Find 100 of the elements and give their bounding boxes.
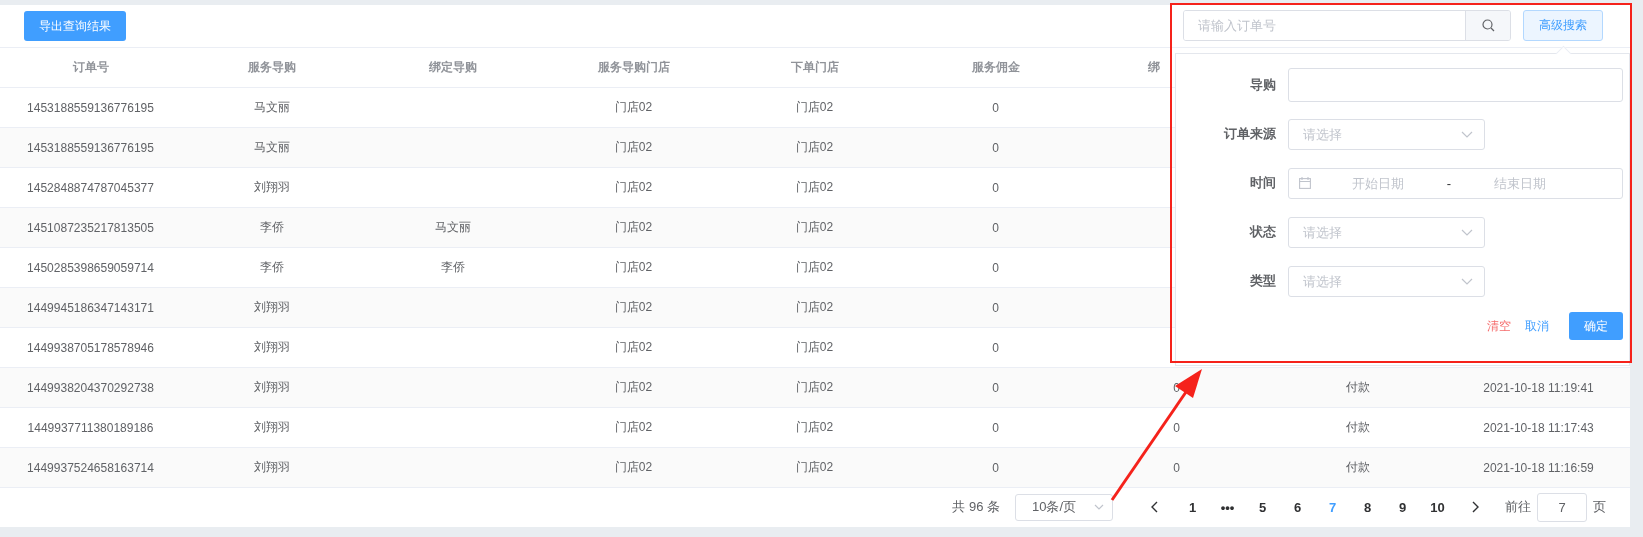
- start-date-input[interactable]: 开始日期: [1310, 174, 1445, 192]
- table-cell: 门店02: [614, 259, 653, 276]
- table-cell: 0: [992, 180, 999, 195]
- table-cell: 门店02: [795, 219, 834, 236]
- column-header: 绑定导购: [428, 59, 477, 76]
- table-cell: 1449937711380189186: [27, 420, 154, 435]
- input-field[interactable]: [1287, 68, 1623, 102]
- table-cell: 李侨: [259, 259, 284, 276]
- previous-page-icon[interactable]: [1151, 501, 1159, 513]
- table-cell: 门店02: [795, 259, 834, 276]
- table-cell: 门店02: [795, 379, 834, 396]
- table-cell: 0: [1173, 460, 1180, 475]
- table-cell: 门店02: [614, 419, 653, 436]
- table-cell: 1449938705178578946: [27, 340, 154, 355]
- field-label: 状态: [1248, 223, 1277, 241]
- table-cell: 0: [992, 300, 999, 315]
- table-cell: 门店02: [614, 459, 653, 476]
- table-cell: 1451087235217813505: [27, 220, 154, 235]
- table-cell: 0: [992, 100, 999, 115]
- table-cell: 0: [992, 380, 999, 395]
- table-cell: 0: [1173, 420, 1180, 435]
- page-suffix: 页: [1593, 498, 1606, 516]
- page-size-select[interactable]: 10条/页: [1015, 493, 1113, 521]
- column-header: 服务导购: [247, 59, 296, 76]
- range-separator: -: [1445, 175, 1453, 191]
- calendar-icon: [1298, 177, 1311, 189]
- next-page-icon[interactable]: [1471, 501, 1479, 513]
- table-cell: 刘翔羽: [253, 339, 290, 356]
- chevron-down-icon: [1461, 277, 1473, 285]
- column-header: 服务佣金: [971, 59, 1020, 76]
- table-cell: 门店02: [614, 179, 653, 196]
- table-cell: 刘翔羽: [253, 459, 290, 476]
- column-header: 服务导购门店: [597, 59, 670, 76]
- table-cell: 1449938204370292738: [27, 380, 154, 395]
- select-field[interactable]: 请选择: [1288, 265, 1485, 297]
- field-label: 导购: [1248, 76, 1277, 94]
- select-field[interactable]: 请选择: [1288, 216, 1485, 248]
- table-cell: 门店02: [795, 339, 834, 356]
- table-cell: 付款: [1345, 419, 1370, 436]
- chevron-down-icon: [1461, 228, 1473, 236]
- field-label: 订单来源: [1223, 125, 1277, 143]
- table-cell: 1453188559136776195: [27, 100, 154, 115]
- table-cell: 马文丽: [253, 99, 290, 116]
- table-cell: 门店02: [795, 459, 834, 476]
- table-cell: 刘翔羽: [253, 179, 290, 196]
- table-cell: 门店02: [614, 139, 653, 156]
- column-header: 绑: [1148, 59, 1160, 76]
- table-cell: 马文丽: [253, 139, 290, 156]
- field-label: 时间: [1248, 174, 1277, 192]
- table-cell: 门店02: [795, 299, 834, 316]
- page-input[interactable]: 7: [1537, 492, 1587, 522]
- column-header: 订单号: [72, 59, 109, 76]
- table-cell: 马文丽: [434, 219, 471, 236]
- table-cell: 0: [992, 260, 999, 275]
- table-cell: 门店02: [614, 379, 653, 396]
- column-header: 下单门店: [790, 59, 839, 76]
- table-cell: 2021-10-18 11:16:59: [1483, 460, 1594, 475]
- table-cell: 门店02: [795, 419, 834, 436]
- page-number[interactable]: •••: [1210, 499, 1245, 515]
- page-number[interactable]: 1: [1175, 499, 1210, 515]
- table-cell: 李侨: [440, 259, 465, 276]
- table-cell: 门店02: [614, 299, 653, 316]
- table-cell: 0: [992, 340, 999, 355]
- table-cell: 1450285398659059714: [27, 260, 154, 275]
- table-cell: 门店02: [614, 99, 653, 116]
- table-cell: 门店02: [795, 99, 834, 116]
- page-number[interactable]: 5: [1245, 499, 1280, 515]
- table-cell: 付款: [1345, 379, 1370, 396]
- table-cell: 1449937524658163714: [27, 460, 154, 475]
- table-cell: 1449945186347143171: [27, 300, 154, 315]
- goto-label: 前往: [1505, 498, 1531, 516]
- total-count: 共 96 条: [952, 498, 1000, 516]
- table-cell: 李侨: [259, 219, 284, 236]
- table-cell: 1452848874787045377: [27, 180, 154, 195]
- page-number[interactable]: 8: [1350, 499, 1385, 515]
- table-cell: 2021-10-18 11:17:43: [1483, 420, 1594, 435]
- table-cell: 门店02: [614, 219, 653, 236]
- search-field[interactable]: 请输入订单号: [1183, 10, 1511, 41]
- table-cell: 门店02: [614, 339, 653, 356]
- table-cell: 0: [992, 420, 999, 435]
- table-cell: 0: [992, 460, 999, 475]
- end-date-input[interactable]: 结束日期: [1453, 174, 1588, 192]
- page-number[interactable]: 6: [1280, 499, 1315, 515]
- table-cell: 付款: [1345, 459, 1370, 476]
- table-cell: 刘翔羽: [253, 299, 290, 316]
- table-cell: 1453188559136776195: [27, 140, 154, 155]
- field-label: 类型: [1249, 272, 1277, 290]
- select-field[interactable]: 请选择: [1288, 118, 1485, 150]
- date-range-field[interactable]: 开始日期 - 结束日期: [1287, 167, 1623, 199]
- table-cell: 2021-10-18 11:19:41: [1483, 380, 1594, 395]
- page-number[interactable]: 10: [1420, 499, 1455, 515]
- table-cell: 门店02: [795, 139, 834, 156]
- table-cell: 刘翔羽: [253, 379, 290, 396]
- chevron-down-icon: [1461, 130, 1473, 138]
- table-cell: 刘翔羽: [253, 419, 290, 436]
- page-number[interactable]: 9: [1385, 499, 1420, 515]
- chevron-down-icon: [1094, 504, 1104, 510]
- search-icon[interactable]: [1481, 19, 1495, 32]
- table-cell: 0: [992, 220, 999, 235]
- table-cell: 门店02: [795, 179, 834, 196]
